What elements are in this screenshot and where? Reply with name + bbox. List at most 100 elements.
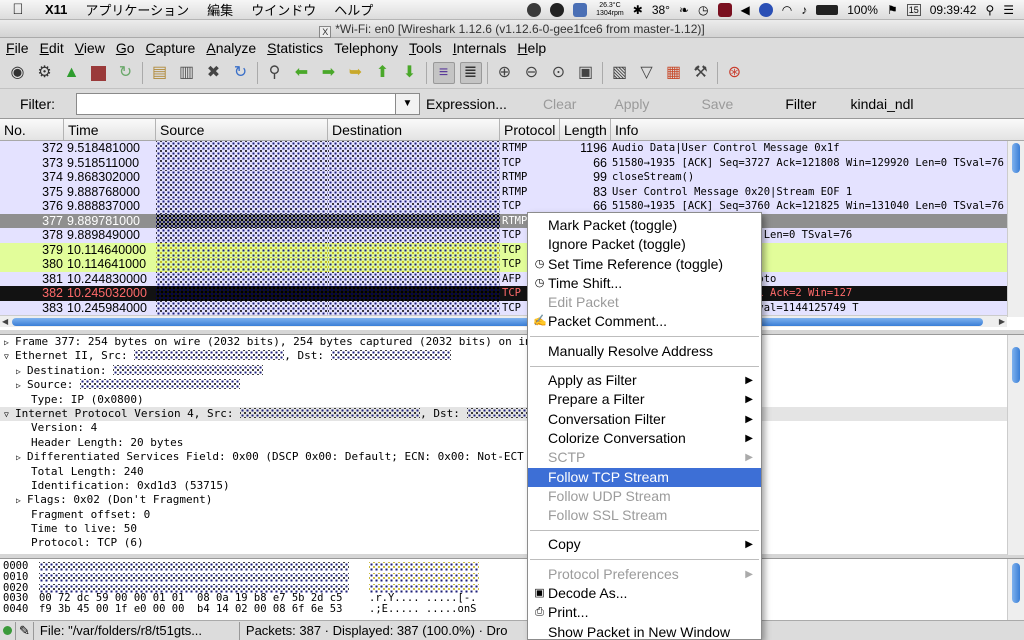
detail-ip-protocol[interactable]: Protocol: TCP (6) [0, 536, 1024, 550]
monitor-status-icon[interactable] [717, 2, 732, 17]
detail-eth-type[interactable]: Type: IP (0x0800) [0, 393, 1024, 407]
preferences-icon[interactable]: ⚒ [690, 62, 712, 84]
flag-icon[interactable]: ⚑ [887, 3, 898, 17]
vscroll-thumb[interactable] [1012, 563, 1020, 603]
column-header-no[interactable]: No. [0, 119, 64, 140]
menu-go[interactable]: Go [110, 40, 140, 56]
clock-status-icon[interactable]: ◷ [698, 3, 708, 17]
menu-item-follow-udp-stream[interactable]: Follow UDP Stream [528, 487, 761, 506]
detail-eth-source[interactable]: ▷ Source: [0, 378, 1024, 392]
bytes-vscrollbar[interactable] [1007, 559, 1024, 621]
filter-button[interactable]: Filter [777, 96, 842, 112]
sync-status-icon[interactable] [550, 2, 565, 17]
menu-item-edit-packet[interactable]: Edit Packet [528, 293, 761, 312]
menu-item-prepare-a-filter[interactable]: Prepare a Filter ▶ [528, 390, 761, 409]
mac-menu-window[interactable]: ウインドウ [242, 0, 325, 19]
mac-menu-applications[interactable]: アプリケーション [76, 0, 198, 19]
byte-row[interactable]: 0020 [0, 582, 1024, 594]
packet-row[interactable]: 3789.889849000TCP0 Ack=122013 Win=130880… [0, 228, 1024, 243]
wifi-icon[interactable]: ◠ [782, 3, 792, 17]
go-back-icon[interactable]: ⬅ [291, 62, 313, 84]
menu-item-time-shift[interactable]: ◷ Time Shift... [528, 274, 761, 293]
start-capture-icon[interactable]: ▲ [61, 62, 83, 84]
packet-row[interactable]: 38010.114641000TCPk=1 Win=8192 Len=0 [0, 257, 1024, 272]
packet-list-vscrollbar[interactable] [1007, 141, 1024, 317]
go-first-icon[interactable]: ⬆ [372, 62, 394, 84]
column-header-protocol[interactable]: Protocol [500, 119, 560, 140]
expand-triangle-icon[interactable]: ▷ [16, 451, 27, 464]
detail-ethernet[interactable]: ▽ Ethernet II, Src: , Dst: [0, 349, 1024, 363]
apple-menu-icon[interactable]:  [0, 1, 36, 18]
packet-row[interactable]: 373 9.518511000 TCP 66 51580→1935 [ACK] Seq=… [0, 155, 1024, 170]
packet-row[interactable]: 374 9.868302000 RTMP 99 closeStream() [0, 170, 1024, 185]
packet-row[interactable]: 38210.245032000TCPnt] 80→51052 [ACK] Seq… [0, 286, 1024, 301]
zoom-in-icon[interactable]: ⊕ [494, 62, 516, 84]
menu-item-follow-tcp-stream[interactable]: Follow TCP Stream [528, 467, 761, 487]
saved-filter-kindai-ndl[interactable]: kindai_ndl [842, 96, 929, 112]
detail-ip-fragment-offset[interactable]: Fragment offset: 0 [0, 508, 1024, 522]
interface-list-icon[interactable]: ◉ [7, 62, 29, 84]
menu-item-conversation-filter[interactable]: Conversation Filter ▶ [528, 410, 761, 429]
go-forward-icon[interactable]: ➡ [318, 62, 340, 84]
detail-ip-version[interactable]: Version: 4 [0, 421, 1024, 435]
expand-triangle-icon[interactable]: ▷ [4, 336, 15, 349]
vscroll-thumb[interactable] [1012, 347, 1020, 383]
menu-item-copy[interactable]: Copy ▶ [528, 535, 761, 554]
menu-item-set-time-reference-toggle[interactable]: ◷ Set Time Reference (toggle) [528, 255, 761, 274]
bluetooth-icon[interactable]: ✱ [633, 3, 643, 17]
packet-row[interactable]: 37910.114640000TCPk=1 Win=8192 Len=0 [0, 242, 1024, 257]
packet-row[interactable]: 375 9.888768000 RTMP 83 User Control Message… [0, 184, 1024, 199]
packet-row[interactable]: 38310.245984000TCPck=41 Win=4094 Len=0 T… [0, 300, 1024, 315]
open-file-icon[interactable]: ▤ [149, 62, 171, 84]
column-header-info[interactable]: Info [611, 119, 1001, 140]
colorize-icon[interactable]: ≡ [432, 62, 455, 84]
cpu-temp[interactable]: 38° [652, 3, 670, 17]
menu-item-decode-as[interactable]: ▣ Decode As... [528, 584, 761, 603]
menu-tools[interactable]: Tools [403, 40, 447, 56]
script-icon[interactable]: ❧ [679, 3, 689, 17]
menu-internals[interactable]: Internals [447, 40, 512, 56]
filter-history-dropdown[interactable]: ▼ [396, 92, 420, 115]
menu-item-print[interactable]: ⎙ Print... [528, 603, 761, 622]
autoscroll-icon[interactable]: ≣ [459, 62, 482, 84]
save-filter-button[interactable]: Save [693, 96, 777, 112]
clock-time[interactable]: 09:39:42 [930, 3, 977, 17]
display-filter-input[interactable] [76, 92, 396, 115]
mac-menu-help[interactable]: ヘルプ [325, 0, 382, 19]
close-file-icon[interactable]: ✖ [203, 62, 225, 84]
menu-item-protocol-preferences[interactable]: Protocol Preferences ▶ [528, 565, 761, 584]
menu-item-follow-ssl-stream[interactable]: Follow SSL Stream [528, 506, 761, 525]
detail-frame[interactable]: ▷ Frame 377: 254 bytes on wire (2032 bits… [0, 335, 1024, 349]
help-icon[interactable]: ⊛ [724, 62, 746, 84]
detail-ip-ttl[interactable]: Time to live: 50 [0, 522, 1024, 536]
resize-columns-icon[interactable]: ▣ [575, 62, 597, 84]
byte-row[interactable]: 0030 00 72 dc 59 00 00 01 01 08 0a 19 b8 … [0, 593, 1024, 604]
menu-file[interactable]: File [0, 40, 34, 56]
menu-edit[interactable]: Edit [34, 40, 69, 56]
menu-analyze[interactable]: Analyze [200, 40, 261, 56]
column-header-source[interactable]: Source [156, 119, 328, 140]
coloring-rules-icon[interactable]: ▦ [663, 62, 685, 84]
go-to-packet-icon[interactable]: ➥ [345, 62, 367, 84]
menu-help[interactable]: Help [511, 40, 551, 56]
stop-capture-icon[interactable] [88, 62, 110, 84]
detail-ip-dsfield[interactable]: ▷ Differentiated Services Field: 0x00 (DS… [0, 450, 1024, 464]
battery-icon[interactable] [816, 4, 839, 15]
packet-row[interactable]: 3779.889781000RTMPy,Stop') [0, 213, 1024, 228]
menu-item-packet-comment[interactable]: ✍ Packet Comment... [528, 312, 761, 331]
menu-item-mark-packet-toggle[interactable]: Mark Packet (toggle) [528, 216, 761, 235]
collapse-triangle-icon[interactable]: ▽ [4, 408, 15, 421]
expand-triangle-icon[interactable]: ▷ [16, 365, 27, 378]
go-last-icon[interactable]: ⬇ [399, 62, 421, 84]
column-header-length[interactable]: Length [560, 119, 611, 140]
vscroll-thumb[interactable] [1012, 143, 1020, 173]
expert-info-icon[interactable] [0, 621, 16, 640]
find-packet-icon[interactable]: ⚲ [264, 62, 286, 84]
menu-statistics[interactable]: Statistics [261, 40, 328, 56]
byte-row[interactable]: 0000 [0, 561, 1024, 572]
mac-menu-edit[interactable]: 編集 [198, 0, 242, 19]
packet-row[interactable]: 376 9.888837000 TCP 66 51580→1935 [ACK] Seq=… [0, 199, 1024, 214]
menu-item-show-packet-in-new-window[interactable]: Show Packet in New Window [528, 623, 761, 640]
menu-telephony[interactable]: Telephony [328, 40, 403, 56]
byte-row[interactable]: 0040 f9 3b 45 00 1f e0 00 00 b4 14 02 00 … [0, 604, 1024, 615]
